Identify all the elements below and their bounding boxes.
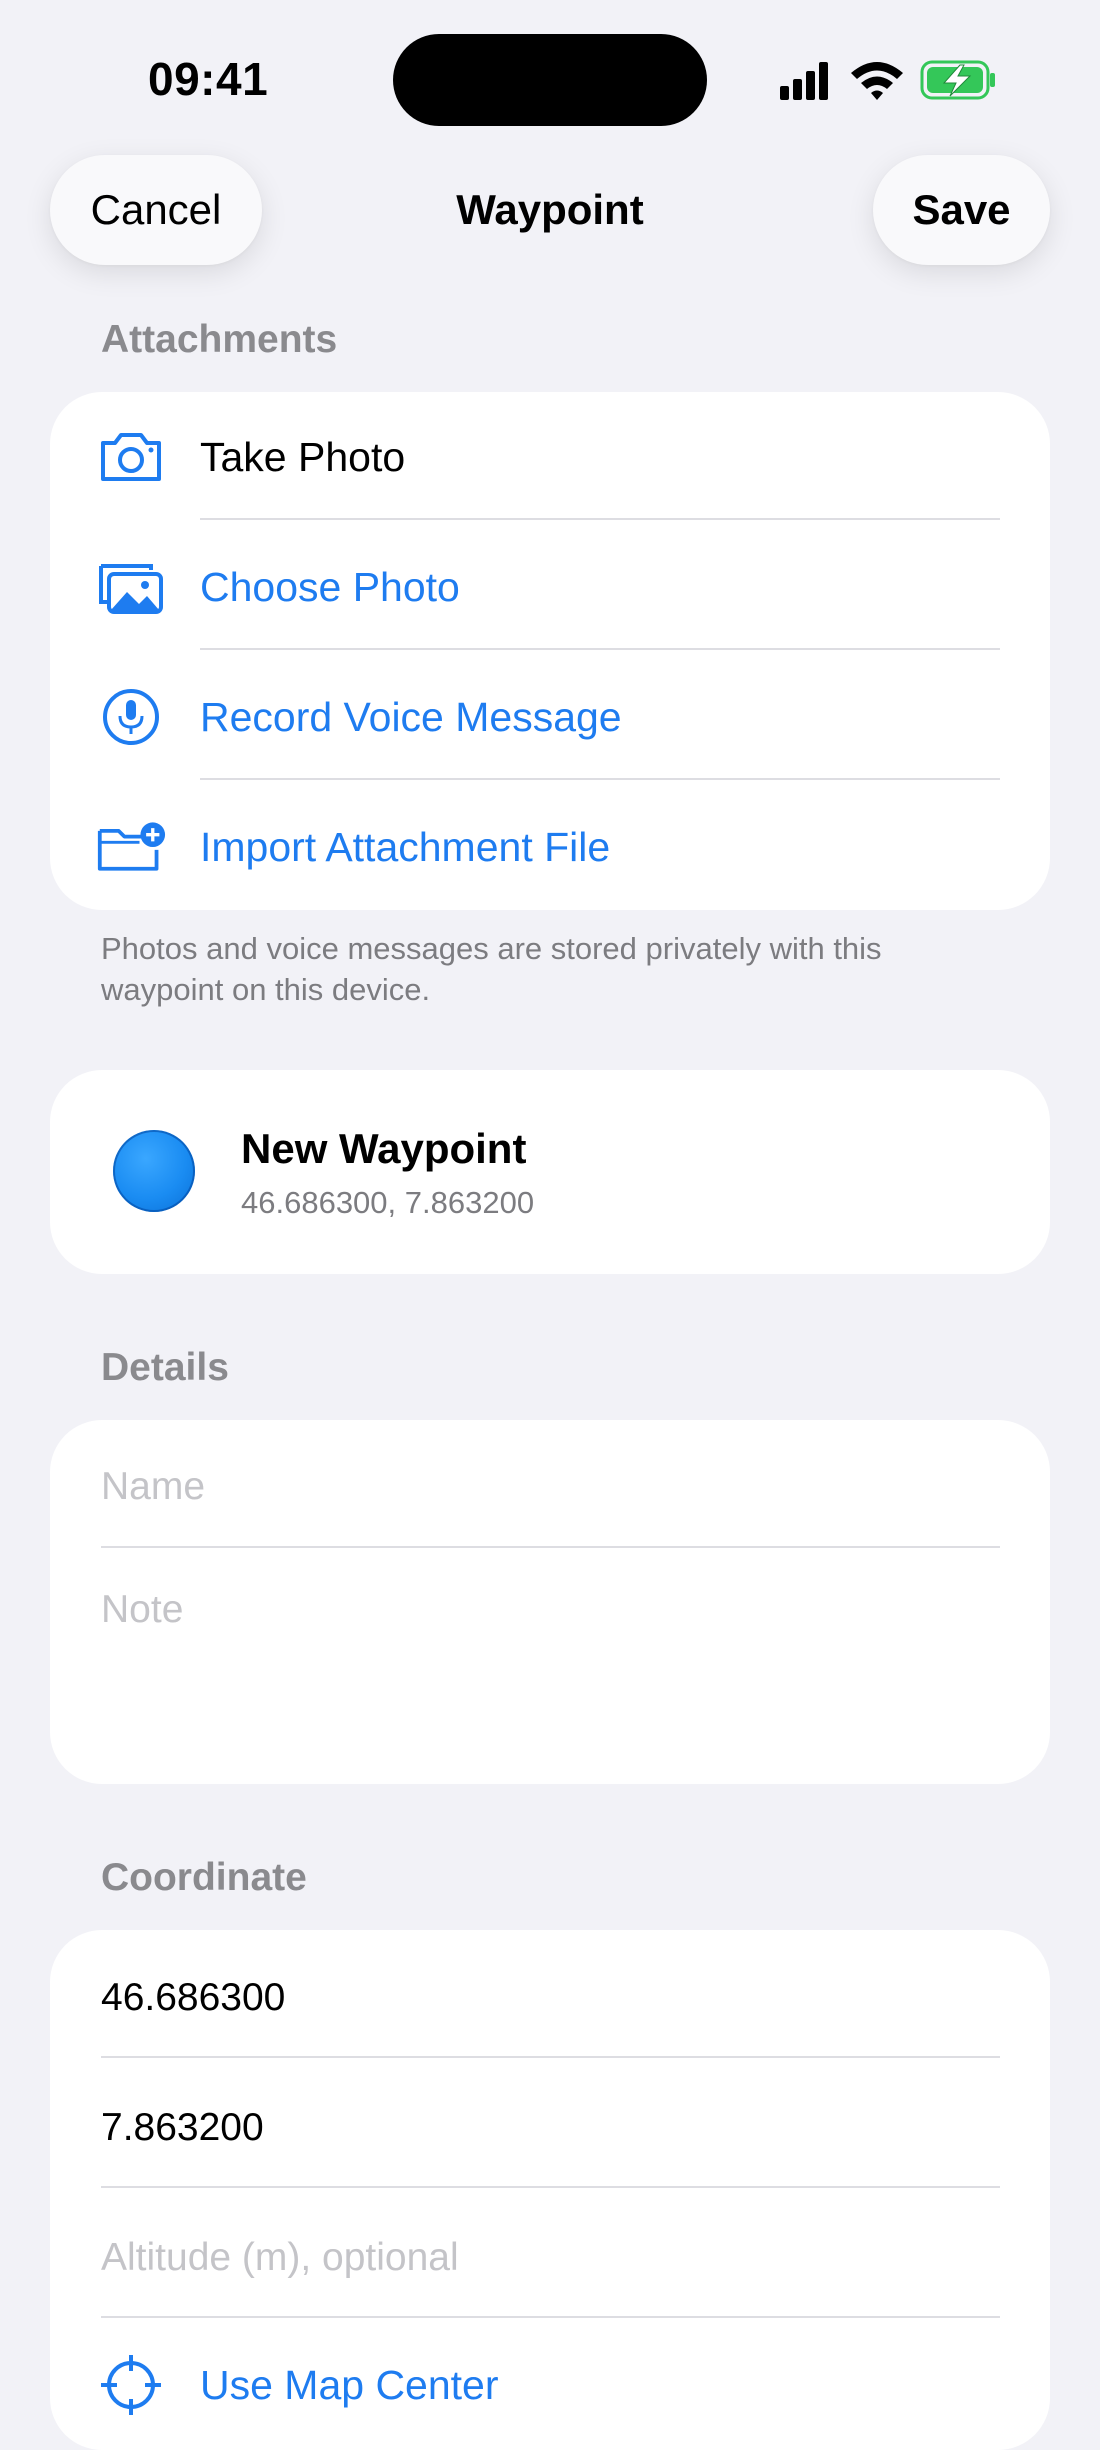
waypoint-coordinates: 46.686300, 7.863200 — [241, 1185, 535, 1220]
microphone-icon — [96, 682, 166, 752]
folder-add-icon — [96, 812, 166, 882]
waypoint-summary-card — [50, 1070, 1050, 1274]
record-voice-label: Record Voice Message — [200, 693, 622, 740]
divider — [200, 518, 1000, 520]
divider — [200, 648, 1000, 650]
crosshair-icon — [96, 2350, 166, 2420]
attachments-footer: Photos and voice messages are stored pri… — [101, 931, 882, 1007]
divider — [101, 2056, 1000, 2058]
divider — [200, 778, 1000, 780]
note-field[interactable] — [101, 1588, 999, 1758]
waypoint-color-dot — [113, 1130, 195, 1212]
waypoint-name: New Waypoint — [241, 1125, 527, 1172]
save-button[interactable]: Save — [873, 155, 1050, 265]
take-photo-label: Take Photo — [200, 433, 406, 480]
divider — [101, 1546, 1000, 1548]
details-card — [50, 1420, 1050, 1784]
divider — [101, 2316, 1000, 2318]
coordinate-header: Coordinate — [101, 1856, 307, 1899]
wifi-icon — [851, 62, 903, 100]
photo-library-icon — [96, 552, 166, 622]
status-icons — [778, 56, 998, 104]
longitude-field[interactable] — [101, 2100, 999, 2156]
use-map-center-label: Use Map Center — [200, 2361, 499, 2408]
record-voice-row[interactable]: Record Voice Message — [50, 652, 1050, 782]
latitude-field[interactable] — [101, 1970, 999, 2026]
camera-icon — [96, 422, 166, 492]
status-time: 09:41 — [148, 53, 269, 105]
import-attachment-label: Import Attachment File — [200, 823, 611, 870]
battery-charging-icon — [920, 60, 995, 100]
details-header: Details — [101, 1346, 229, 1389]
attachments-card: Take Photo Choose Photo Record Voice Mes… — [50, 392, 1050, 910]
dynamic-island — [393, 34, 707, 126]
coordinate-card: Use Map Center — [50, 1930, 1050, 2450]
divider — [101, 2186, 1000, 2188]
name-field[interactable] — [101, 1462, 999, 1512]
cellular-signal-icon — [780, 62, 828, 100]
choose-photo-label: Choose Photo — [200, 563, 460, 610]
use-map-center-row[interactable]: Use Map Center — [50, 2320, 1050, 2450]
altitude-field[interactable] — [101, 2230, 999, 2286]
attachments-header: Attachments — [101, 318, 338, 361]
take-photo-row[interactable]: Take Photo — [50, 392, 1050, 522]
choose-photo-row[interactable]: Choose Photo — [50, 522, 1050, 652]
import-attachment-row[interactable]: Import Attachment File — [50, 782, 1050, 912]
